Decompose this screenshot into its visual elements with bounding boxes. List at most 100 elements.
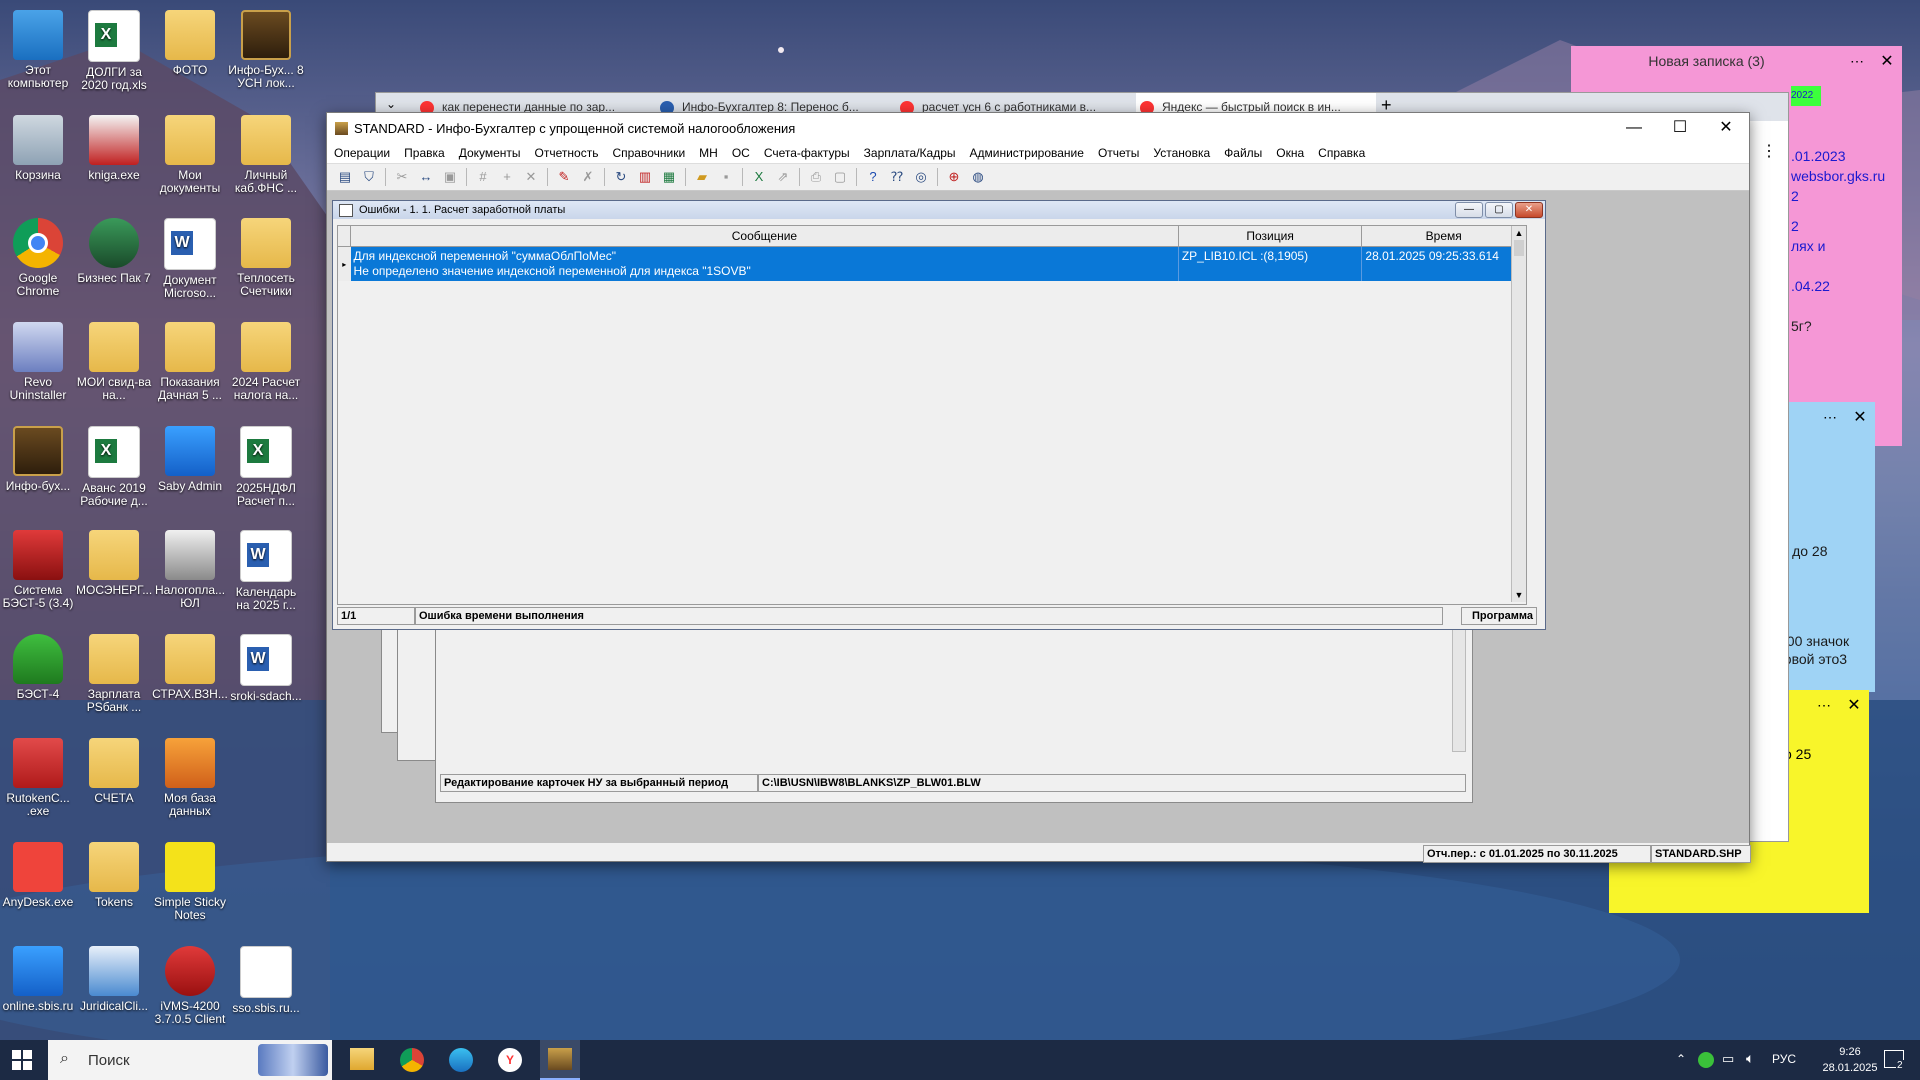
paste-icon[interactable]: ▣ — [440, 167, 460, 187]
desktop-icon-nalogoplat[interactable]: Налогопла... ЮЛ — [152, 530, 228, 610]
taskbar-search[interactable]: ⌕ Поиск — [48, 1040, 332, 1080]
desktop-icon-recycle-bin[interactable]: Корзина — [0, 115, 76, 182]
chevron-up-icon[interactable]: ⌃ — [1676, 1052, 1686, 1066]
desktop-icon-pokazaniya[interactable]: Показания Дачная 5 ... — [152, 322, 228, 402]
table-row[interactable]: ▸ Для индексной переменной "суммаОблПоМе… — [338, 246, 1526, 281]
desktop-icon-this-pc[interactable]: Этот компьютер — [0, 10, 76, 90]
mark-icon[interactable]: ✎ — [554, 167, 574, 187]
network-icon[interactable]: ▭ — [1722, 1051, 1734, 1067]
restore-button[interactable]: ▢ — [1485, 202, 1513, 218]
save-icon[interactable]: ▪ — [716, 167, 736, 187]
desktop-icon-dokument-word[interactable]: Документ Microso... — [152, 218, 228, 300]
desktop-icon-foto[interactable]: ФОТО — [152, 10, 228, 77]
clock[interactable]: 9:26 28.01.2025 — [1810, 1044, 1890, 1076]
calculator-icon[interactable]: ▦ — [659, 167, 679, 187]
close-icon[interactable]: ✕ — [1845, 407, 1875, 427]
desktop-icon-moya-baza[interactable]: Моя база данных — [152, 738, 228, 818]
desktop-icon-google-chrome[interactable]: Google Chrome — [0, 218, 76, 298]
menu-reporting[interactable]: Отчетность — [528, 146, 606, 160]
desktop-icon-zarplata-psbank[interactable]: Зарплата PSбанк ... — [76, 634, 152, 714]
message-cell[interactable]: Для индексной переменной "суммаОблПоМес"… — [350, 246, 1179, 281]
menu-reports[interactable]: Отчеты — [1091, 146, 1146, 160]
position-cell[interactable]: ZP_LIB10.ICL :(8,1905) — [1178, 246, 1363, 281]
menu-files[interactable]: Файлы — [1217, 146, 1269, 160]
delete-icon[interactable]: ✕ — [521, 167, 541, 187]
minimize-button[interactable]: — — [1455, 202, 1483, 218]
more-icon[interactable]: ⋯ — [1815, 409, 1845, 426]
desktop-icon-best5[interactable]: Система БЭСТ-5 (3.4) — [0, 530, 76, 610]
menu-administration[interactable]: Администрирование — [963, 146, 1091, 160]
desktop-icon-sticky-notes[interactable]: Simple Sticky Notes — [152, 842, 228, 922]
desktop-icon-juridical[interactable]: JuridicalCli... — [76, 946, 152, 1013]
desktop-icon-moi-dokumenty[interactable]: Мои документы — [152, 115, 228, 195]
refresh-icon[interactable]: ↻ — [611, 167, 631, 187]
close-icon[interactable]: ✕ — [1872, 51, 1902, 71]
desktop-icon-kalendar[interactable]: Календарь на 2025 г... — [228, 530, 304, 612]
infobuh-taskbar-icon[interactable] — [540, 1040, 580, 1080]
open-folder-icon[interactable]: ▰ — [692, 167, 712, 187]
desktop-icon-tokens[interactable]: Tokens — [76, 842, 152, 909]
desktop-icon-online-sbis[interactable]: online.sbis.ru — [0, 946, 76, 1013]
maximize-button[interactable]: ☐ — [1657, 113, 1703, 143]
desktop-icon-raschet-naloga[interactable]: 2024 Расчет налога на... — [228, 322, 304, 402]
desktop-icon-kniga[interactable]: kniga.exe — [76, 115, 152, 182]
errors-window[interactable]: Ошибки - 1. 1. Расчет заработной платы —… — [332, 200, 1546, 630]
security-tray-icon[interactable] — [1698, 1052, 1714, 1068]
width-icon[interactable]: ↔ — [416, 167, 436, 187]
filter-icon[interactable]: ⛉ — [359, 167, 379, 187]
minimize-button[interactable]: — — [1611, 113, 1657, 143]
scroll-up-icon[interactable]: ▲ — [1512, 226, 1526, 240]
time-cell[interactable]: 28.01.2025 09:25:33.614 — [1361, 246, 1526, 281]
menu-windows[interactable]: Окна — [1269, 146, 1311, 160]
scroll-down-icon[interactable]: ▼ — [1512, 588, 1526, 602]
close-icon[interactable]: ✕ — [1839, 695, 1869, 715]
more-icon[interactable]: ⋯ — [1842, 53, 1872, 70]
excel-export-icon[interactable]: X — [749, 167, 769, 187]
desktop-icon-lichny-kab[interactable]: Личный каб.ФНС ... — [228, 115, 304, 195]
column-header-time[interactable]: Время — [1361, 226, 1526, 247]
desktop-icon-strah[interactable]: СТРАХ.ВЗН... — [152, 634, 228, 701]
desktop-icon-avans-xls[interactable]: Аванс 2019 Рабочие д... — [76, 426, 152, 508]
yandex-browser-icon[interactable]: Y — [498, 1048, 522, 1072]
language-indicator[interactable]: РУС — [1772, 1052, 1796, 1066]
desktop-icon-best4[interactable]: БЭСТ-4 — [0, 634, 76, 701]
unmark-icon[interactable]: ✗ — [578, 167, 598, 187]
globe-icon[interactable]: ◍ — [968, 167, 988, 187]
main-app-window[interactable]: STANDARD - Инфо-Бухгалтер с упрощенной с… — [326, 112, 1751, 863]
pdf-icon[interactable]: ▥ — [635, 167, 655, 187]
explorer-icon[interactable] — [350, 1048, 374, 1070]
desktop-icon-2025ndfl[interactable]: 2025НДФЛ Расчет п... — [228, 426, 304, 508]
desktop-icon-biznes-pak[interactable]: Бизнес Пак 7 — [76, 218, 152, 285]
menu-edit[interactable]: Правка — [397, 146, 452, 160]
menu-mn[interactable]: МН — [692, 146, 725, 160]
menu-documents[interactable]: Документы — [452, 146, 528, 160]
more-icon[interactable]: ⋯ — [1809, 697, 1839, 714]
browser-menu-icon[interactable]: ⋮ — [1761, 141, 1777, 161]
menu-salary-hr[interactable]: Зарплата/Кадры — [857, 146, 963, 160]
menu-os[interactable]: ОС — [725, 146, 757, 160]
help-icon[interactable]: ? — [863, 167, 883, 187]
edge-icon[interactable] — [449, 1048, 473, 1072]
desktop-icon-mosenerg[interactable]: МОСЭНЕРГ... — [76, 530, 152, 597]
desktop-icon-sroki[interactable]: sroki-sdach... — [228, 634, 304, 703]
preview-icon[interactable]: ▢ — [830, 167, 850, 187]
desktop-icon-ivms[interactable]: iVMS-4200 3.7.0.5 Client — [152, 946, 228, 1026]
menu-directories[interactable]: Справочники — [605, 146, 692, 160]
menu-setup[interactable]: Установка — [1146, 146, 1217, 160]
desktop-icon-rutoken[interactable]: RutokenC... .exe — [0, 738, 76, 818]
desktop-icon-infobuh-usn[interactable]: Инфо-Бух... 8 УСН лок... — [228, 10, 304, 90]
menu-operations[interactable]: Операции — [327, 146, 397, 160]
windows-start-icon[interactable] — [12, 1050, 32, 1070]
desktop-icon-infobuh[interactable]: Инфо-бух... — [0, 426, 76, 493]
close-button[interactable]: ✕ — [1703, 113, 1749, 143]
print-icon[interactable]: ⎙ — [806, 167, 826, 187]
vertical-scrollbar[interactable]: ▲ ▼ — [1511, 226, 1526, 602]
search-input[interactable]: Поиск — [88, 1052, 130, 1069]
desktop-icon-sso-sbis[interactable]: sso.sbis.ru... — [228, 946, 304, 1015]
menu-invoices[interactable]: Счета-фактуры — [757, 146, 857, 160]
chrome-taskbar-icon[interactable] — [400, 1048, 424, 1072]
desktop-icon-teploset[interactable]: Теплосеть Счетчики — [228, 218, 304, 298]
view-icon[interactable]: ▤ — [335, 167, 355, 187]
desktop-icon-revo-uninstaller[interactable]: Revo Uninstaller — [0, 322, 76, 402]
compass-icon[interactable]: ◎ — [911, 167, 931, 187]
